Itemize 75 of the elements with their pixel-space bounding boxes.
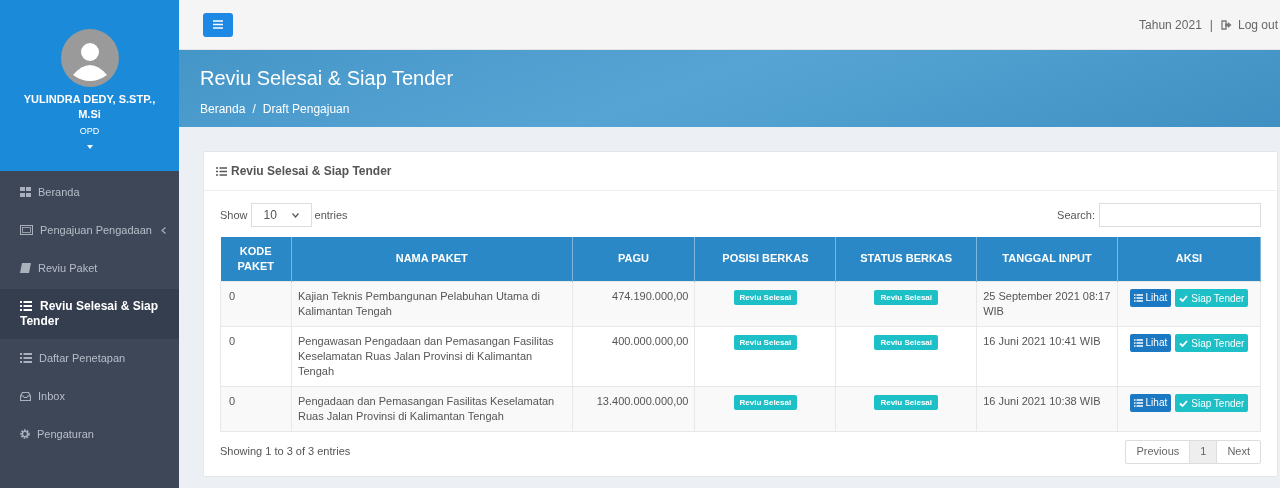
breadcrumb-link[interactable]: Draft Pengajuan — [262, 100, 350, 118]
separator-text: | — [1209, 16, 1213, 34]
user-name: YULINDRA DEDY, S.STP., M.Si — [22, 92, 157, 122]
check-icon — [1179, 294, 1189, 302]
search-label: Search: — [1057, 207, 1095, 223]
sidebar-item[interactable]: Daftar Penetapan — [0, 339, 179, 377]
breadcrumb-link[interactable]: Beranda — [200, 100, 246, 118]
sidebar-item[interactable]: Beranda — [0, 173, 179, 211]
table-cell: 0 — [229, 289, 236, 302]
column-header: STATUS BERKAS — [835, 237, 977, 281]
sidebar-item[interactable]: Reviu Paket — [0, 249, 179, 287]
breadcrumb-separator: / — [252, 101, 256, 118]
chevron-left-icon — [160, 226, 166, 234]
view-button[interactable]: Lihat — [1129, 333, 1172, 352]
show-label: Show — [220, 207, 248, 223]
status-badge: Reviu Selesai — [874, 334, 938, 350]
table-cell: 0 — [229, 334, 236, 347]
pagination-button[interactable]: Next — [1216, 439, 1261, 464]
gear-icon — [20, 429, 30, 439]
column-header: KODE PAKET — [220, 237, 292, 281]
view-button[interactable]: Lihat — [1129, 393, 1172, 412]
table-cell: 474.190.000,00 — [612, 289, 689, 302]
logout-link[interactable]: Log out — [1220, 15, 1278, 34]
list-icon — [20, 301, 32, 311]
list-icon — [20, 353, 32, 363]
user-role: OPD — [79, 125, 100, 138]
list-icon — [1133, 398, 1143, 407]
table-cell: Pengawasan Pengadaan dan Pemasangan Fasilitas Keselamatan Ruas Jalan Provinsi di Kalimantan Tengah — [297, 334, 554, 377]
column-header: AKSI — [1117, 237, 1261, 281]
menu-icon — [213, 20, 223, 29]
column-header: NAMA PAKET — [291, 237, 573, 281]
table-info: Showing 1 to 3 of 3 entries — [220, 444, 351, 460]
card-title: Reviu Selesai & Siap Tender — [231, 163, 392, 180]
year-label: Tahun 2021 — [1139, 16, 1202, 34]
book-icon — [20, 263, 31, 273]
entries-label: entries — [314, 207, 348, 223]
table-cell: Pengadaan dan Pemasangan Fasilitas Keselamatan Ruas Jalan Provinsi di Kalimantan Tengah — [297, 394, 555, 422]
table-cell: Kajian Teknis Pembangunan Pelabuhan Utama di Kalimantan Tengah — [297, 289, 540, 317]
column-header: TANGGAL INPUT — [976, 237, 1118, 281]
pagination-button[interactable]: Previous — [1125, 439, 1191, 464]
table-cell: 0 — [229, 394, 236, 407]
sidebar-item[interactable]: Reviu Selesai & Siap Tender — [0, 289, 179, 339]
grid-icon — [20, 187, 31, 197]
entries-select[interactable]: 10 — [250, 203, 312, 227]
view-button[interactable]: Lihat — [1129, 288, 1172, 307]
sidebar-item[interactable]: Inbox — [0, 377, 179, 415]
column-header: PAGU — [572, 237, 695, 281]
check-icon — [1179, 339, 1189, 347]
table-cell: 13.400.000.000,00 — [596, 394, 689, 407]
search-field[interactable] — [1099, 203, 1261, 227]
table-cell: 16 Juni 2021 10:41 WIB — [983, 334, 1101, 347]
caret-icon[interactable] — [86, 144, 93, 149]
pagination-button[interactable]: 1 — [1189, 439, 1218, 464]
avatar-icon — [60, 29, 119, 87]
chevron-down-icon — [291, 212, 299, 218]
status-badge: Reviu Selesai — [733, 289, 798, 305]
column-header: POSISI BERKAS — [695, 237, 836, 281]
status-badge: Reviu Selesai — [733, 334, 798, 350]
sidebar-item[interactable]: Pengajuan Pengadaan — [0, 211, 179, 249]
list-icon — [1133, 338, 1143, 347]
menu-button[interactable] — [203, 12, 233, 37]
sidebar-item[interactable]: Pengaturan — [0, 415, 179, 453]
table-cell: 25 September 2021 08:17 WIB — [983, 289, 1111, 317]
table-cell: 16 Juni 2021 10:38 WIB — [983, 394, 1101, 407]
status-badge: Reviu Selesai — [874, 289, 938, 305]
check-icon — [1179, 399, 1189, 407]
logout-icon — [1220, 19, 1232, 30]
page-title: Reviu Selesai & Siap Tender — [200, 66, 455, 90]
list-icon — [1133, 293, 1143, 302]
status-badge: Reviu Selesai — [733, 394, 798, 410]
inbox-icon — [20, 391, 31, 401]
cc-icon — [20, 225, 33, 235]
list-icon — [216, 166, 227, 176]
status-badge: Reviu Selesai — [874, 394, 938, 410]
table-cell: 400.000.000,00 — [612, 334, 689, 347]
